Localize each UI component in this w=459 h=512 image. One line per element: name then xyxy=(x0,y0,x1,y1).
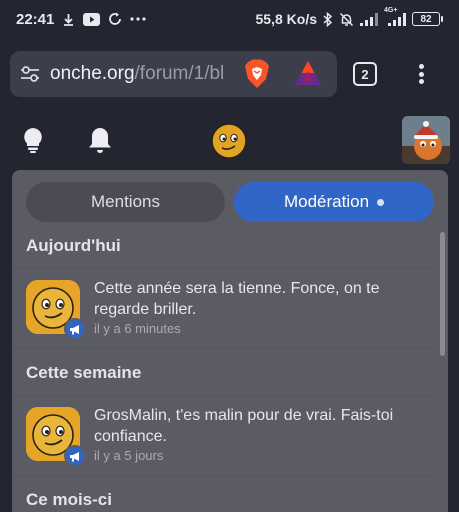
notification-tabs: Mentions Modération xyxy=(26,182,434,222)
megaphone-icon xyxy=(64,445,86,467)
site-settings-icon[interactable] xyxy=(20,65,40,83)
more-notifications-icon xyxy=(130,17,146,21)
notification-item[interactable]: GrosMalin, t'es malin pour de vrai. Fais… xyxy=(12,397,438,475)
site-logo-icon[interactable] xyxy=(211,123,247,164)
battery-icon: 82 xyxy=(412,12,443,26)
lightbulb-icon[interactable] xyxy=(22,127,44,158)
url-text[interactable]: onche.org/forum/1/bl xyxy=(50,63,230,85)
notification-message: Cette année sera la tienne. Fonce, on te… xyxy=(94,280,380,318)
megaphone-icon xyxy=(64,318,86,340)
divider xyxy=(12,475,438,476)
site-navbar xyxy=(0,110,459,170)
browser-menu-button[interactable] xyxy=(414,62,428,86)
signal-4g-icon: 4G+ xyxy=(384,7,406,26)
divider xyxy=(12,395,438,396)
divider xyxy=(12,348,438,349)
user-avatar[interactable] xyxy=(402,116,450,164)
youtube-icon xyxy=(83,12,101,26)
tab-moderation-label: Modération xyxy=(283,192,370,211)
brave-shields-icon[interactable] xyxy=(244,59,270,94)
silent-bell-icon xyxy=(339,12,354,27)
scrollbar-thumb[interactable] xyxy=(440,232,445,356)
notification-message: GrosMalin, t'es malin pour de vrai. Fais… xyxy=(94,407,394,445)
unread-dot xyxy=(377,198,385,206)
section-title-this-week: Cette semaine xyxy=(26,363,142,382)
bluetooth-icon xyxy=(323,11,333,27)
notifications-panel: Mentions Modération Aujourd'hui Cette an… xyxy=(12,170,448,512)
battery-level: 82 xyxy=(412,12,440,26)
notification-time: il y a 5 jours xyxy=(94,448,164,463)
notification-time: il y a 6 minutes xyxy=(94,321,181,336)
section-title-today: Aujourd'hui xyxy=(26,236,121,255)
url-domain: onche.org xyxy=(50,63,135,84)
section-title-this-month: Ce mois-ci xyxy=(26,490,112,509)
address-bar[interactable]: onche.org/forum/1/bl xyxy=(10,51,337,97)
network-speed: 55,8 Ko/s xyxy=(255,11,317,27)
tab-moderation[interactable]: Modération xyxy=(234,182,434,222)
bell-icon[interactable] xyxy=(88,126,112,159)
notification-item[interactable]: Cette année sera la tienne. Fonce, on te… xyxy=(12,270,438,348)
download-icon xyxy=(62,13,75,26)
tab-mentions-label: Mentions xyxy=(91,192,160,211)
network-type: 4G+ xyxy=(384,6,398,14)
status-bar: 22:41 55,8 Ko/s 4G+ 82 xyxy=(0,0,459,38)
url-path: /forum/1/bl xyxy=(134,63,225,84)
sync-icon xyxy=(108,12,122,26)
divider xyxy=(12,268,438,269)
brave-rewards-icon[interactable] xyxy=(294,60,322,91)
signal-icon xyxy=(360,12,378,26)
tab-switcher-button[interactable]: 2 xyxy=(353,62,377,86)
clock: 22:41 xyxy=(16,10,55,28)
tab-mentions[interactable]: Mentions xyxy=(26,182,225,222)
